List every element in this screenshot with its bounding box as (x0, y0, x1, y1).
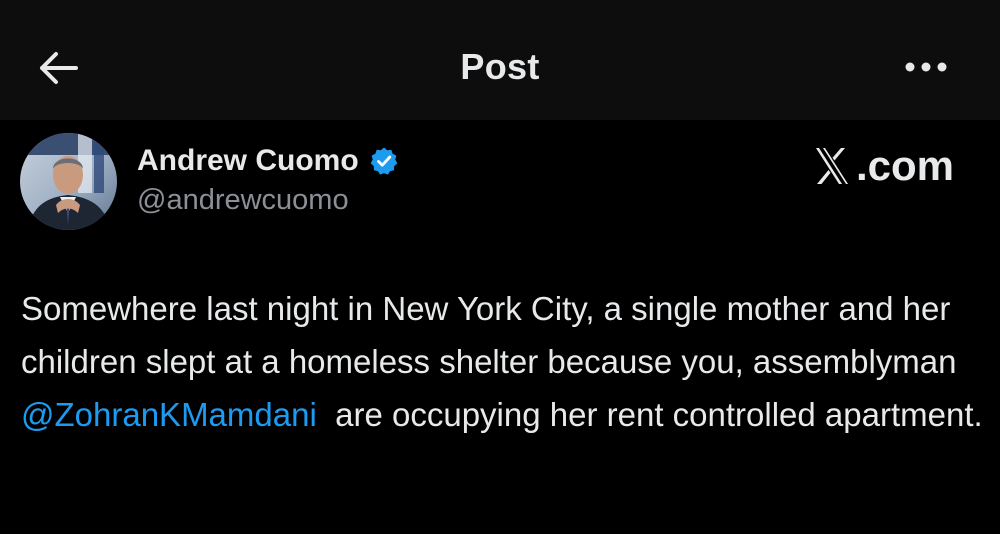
avatar[interactable] (20, 133, 117, 230)
x-logo-icon (816, 148, 848, 184)
post-text-before: Somewhere last night in New York City, a… (21, 290, 957, 380)
verified-badge-icon (370, 147, 397, 175)
mention-link[interactable]: @ZohranKMamdani (21, 396, 317, 433)
watermark-text: .com (856, 142, 955, 189)
top-navigation-bar: Post (0, 0, 1000, 120)
post-text-after: are occupying her rent controlled apartm… (316, 396, 983, 433)
profile-photo (20, 133, 117, 230)
display-name[interactable]: Andrew Cuomo (137, 144, 359, 178)
author-handle[interactable]: @andrewcuomo (137, 184, 349, 217)
page-title: Post (460, 46, 540, 87)
x-com-watermark: .com (812, 140, 954, 192)
more-options-button[interactable] (900, 52, 952, 82)
more-horizontal-icon (905, 62, 947, 72)
author-name-row[interactable]: Andrew Cuomo (137, 140, 399, 182)
post-body: Somewhere last night in New York City, a… (21, 282, 986, 441)
